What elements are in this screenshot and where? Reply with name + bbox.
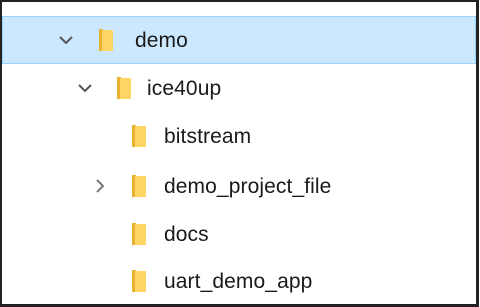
- tree-item-label: demo: [135, 28, 188, 52]
- tree-item-ice40up[interactable]: ice40up: [2, 64, 476, 112]
- tree-item-docs[interactable]: docs: [2, 210, 476, 258]
- chevron-down-icon[interactable]: [77, 80, 93, 96]
- chevron-down-icon[interactable]: [58, 32, 74, 48]
- tree-item-label: docs: [164, 222, 209, 246]
- tree-item-uart-demo-app[interactable]: uart_demo_app: [2, 257, 476, 304]
- tree-item-demo[interactable]: demo: [2, 16, 476, 64]
- folder-icon: [96, 29, 116, 51]
- file-explorer-tree: demo ice40up bitstream demo_project_file…: [0, 0, 479, 307]
- chevron-right-icon[interactable]: [92, 178, 108, 194]
- tree-item-label: demo_project_file: [164, 174, 332, 198]
- tree-item-label: uart_demo_app: [164, 269, 313, 293]
- folder-icon: [129, 125, 149, 147]
- folder-icon: [129, 223, 149, 245]
- folder-icon: [129, 270, 149, 292]
- folder-icon: [129, 175, 149, 197]
- folder-icon: [114, 77, 134, 99]
- tree-item-bitstream[interactable]: bitstream: [2, 112, 476, 160]
- tree-item-label: bitstream: [164, 124, 252, 148]
- tree-item-demo-project-file[interactable]: demo_project_file: [2, 162, 476, 210]
- tree-item-label: ice40up: [147, 76, 222, 100]
